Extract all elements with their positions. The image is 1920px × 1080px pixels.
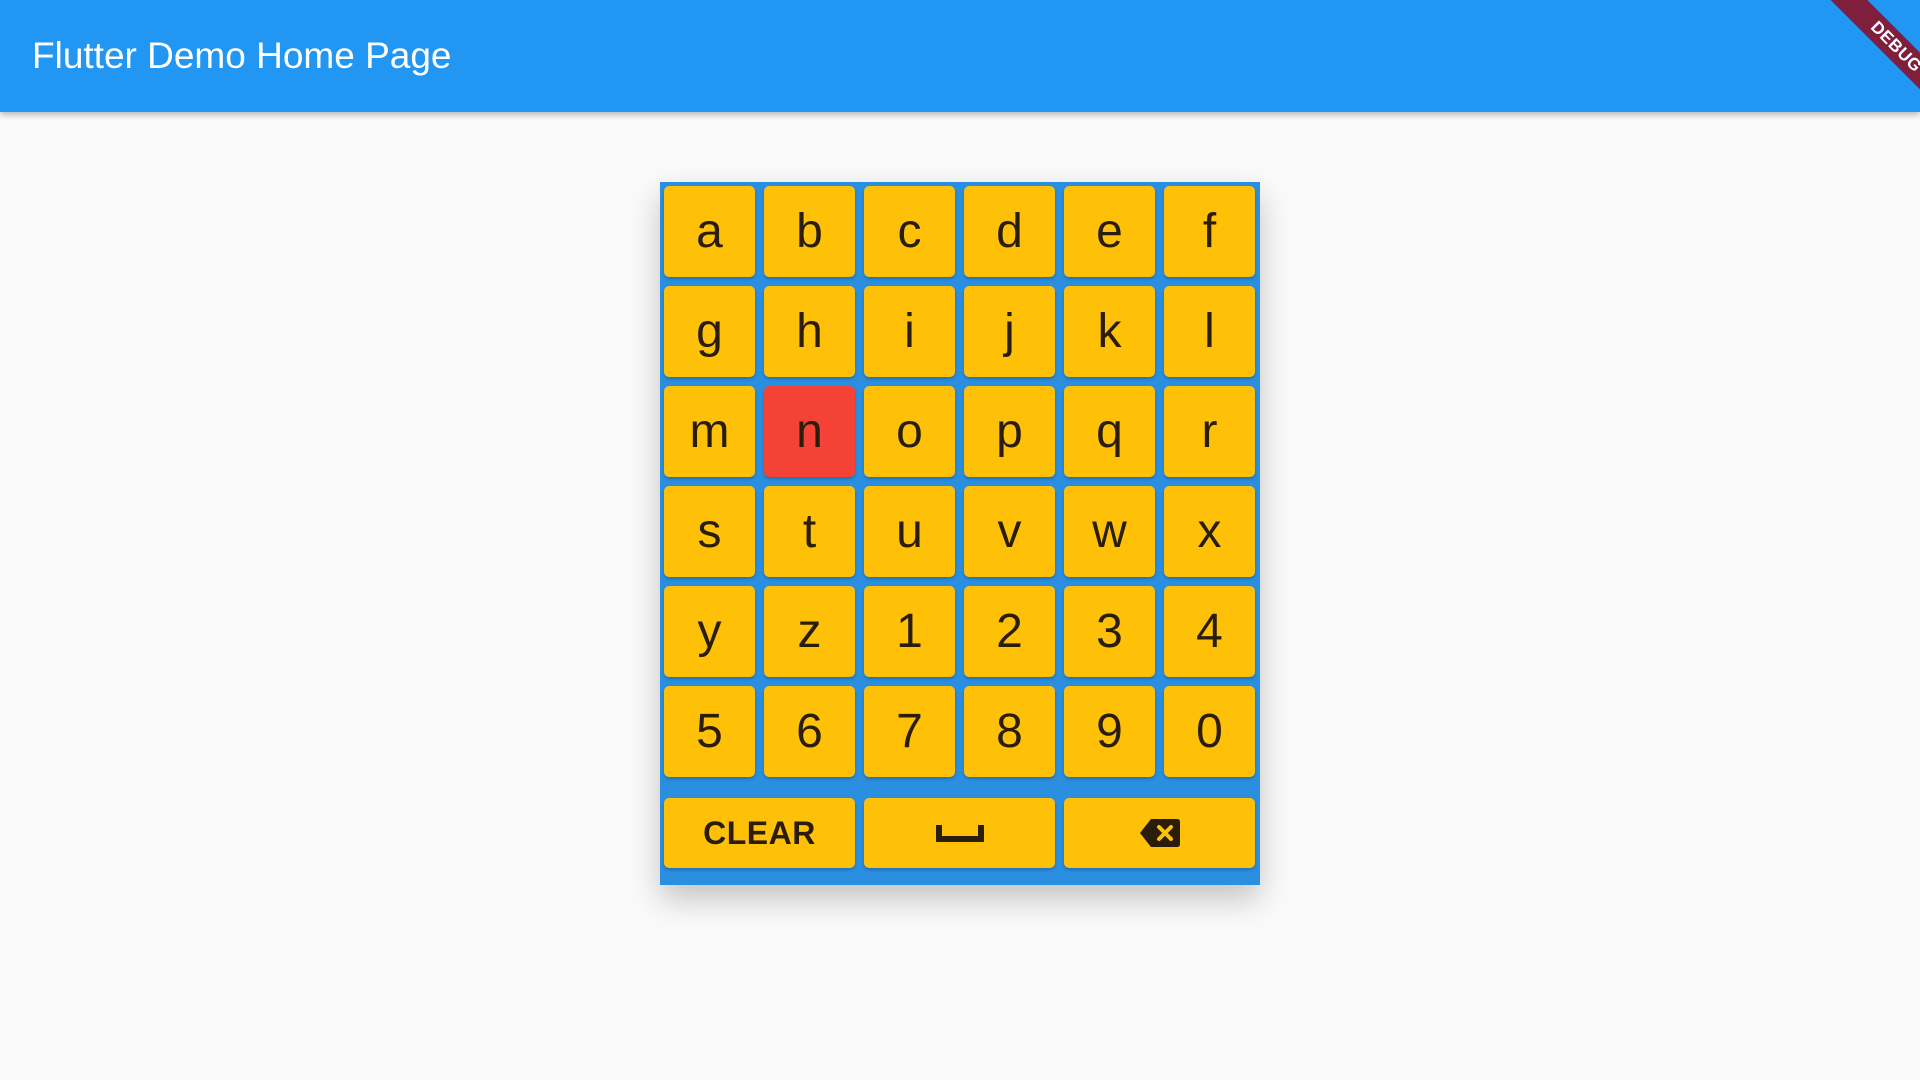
key-label: 2: [996, 605, 1023, 658]
key-label: n: [796, 405, 823, 458]
key-v[interactable]: v: [964, 486, 1055, 577]
key-c[interactable]: c: [864, 186, 955, 277]
key-label: g: [696, 305, 723, 358]
key-label: a: [696, 205, 723, 258]
key-w[interactable]: w: [1064, 486, 1155, 577]
key-m[interactable]: m: [664, 386, 755, 477]
key-j[interactable]: j: [964, 286, 1055, 377]
key-f[interactable]: f: [1164, 186, 1255, 277]
key-label: d: [996, 205, 1023, 258]
key-6[interactable]: 6: [764, 686, 855, 777]
key-i[interactable]: i: [864, 286, 955, 377]
key-e[interactable]: e: [1064, 186, 1155, 277]
key-label: k: [1097, 305, 1122, 358]
key-label: f: [1202, 205, 1217, 258]
action-row: CLEAR: [664, 798, 1256, 868]
key-label: j: [1004, 305, 1015, 358]
key-label: o: [896, 405, 923, 458]
key-l[interactable]: l: [1164, 286, 1255, 377]
clear-button[interactable]: CLEAR: [664, 798, 855, 868]
key-label: s: [697, 505, 722, 558]
key-b[interactable]: b: [764, 186, 855, 277]
key-label: 5: [696, 705, 723, 758]
key-label: t: [802, 505, 817, 558]
key-8[interactable]: 8: [964, 686, 1055, 777]
page-title: Flutter Demo Home Page: [32, 35, 452, 76]
key-label: 0: [1196, 705, 1223, 758]
key-label: 7: [896, 705, 923, 758]
key-p[interactable]: p: [964, 386, 1055, 477]
key-label: u: [896, 505, 923, 558]
key-2[interactable]: 2: [964, 586, 1055, 677]
key-label: 6: [796, 705, 823, 758]
key-k[interactable]: k: [1064, 286, 1155, 377]
key-4[interactable]: 4: [1164, 586, 1255, 677]
key-y[interactable]: y: [664, 586, 755, 677]
key-5[interactable]: 5: [664, 686, 755, 777]
key-label: b: [796, 205, 823, 258]
key-z[interactable]: z: [764, 586, 855, 677]
key-o[interactable]: o: [864, 386, 955, 477]
key-t[interactable]: t: [764, 486, 855, 577]
key-0[interactable]: 0: [1164, 686, 1255, 777]
key-r[interactable]: r: [1164, 386, 1255, 477]
key-q[interactable]: q: [1064, 386, 1155, 477]
key-3[interactable]: 3: [1064, 586, 1155, 677]
key-label: p: [996, 405, 1023, 458]
key-label: q: [1096, 405, 1123, 458]
key-label: m: [689, 405, 730, 458]
keyboard: a b c d e f g h i j k l m n o p q r s t u v w x y z 1 2 3 4 5 6 7 8 9 0 CLE…: [660, 182, 1260, 885]
space-bar-icon: [935, 822, 984, 844]
backspace-button[interactable]: [1064, 798, 1255, 868]
space-button[interactable]: [864, 798, 1055, 868]
key-label: 1: [896, 605, 923, 658]
key-label: z: [797, 605, 822, 658]
key-s[interactable]: s: [664, 486, 755, 577]
key-label: x: [1197, 505, 1222, 558]
key-label: h: [796, 305, 823, 358]
key-label: 3: [1096, 605, 1123, 658]
key-d[interactable]: d: [964, 186, 1055, 277]
key-h[interactable]: h: [764, 286, 855, 377]
clear-button-label: CLEAR: [703, 814, 816, 851]
key-a[interactable]: a: [664, 186, 755, 277]
key-label: w: [1092, 505, 1127, 558]
key-label: 8: [996, 705, 1023, 758]
key-label: i: [904, 305, 915, 358]
key-7[interactable]: 7: [864, 686, 955, 777]
key-label: v: [997, 505, 1022, 558]
key-label: r: [1201, 405, 1218, 458]
key-g[interactable]: g: [664, 286, 755, 377]
key-n[interactable]: n: [764, 386, 855, 477]
key-label: c: [897, 205, 922, 258]
backspace-icon: [1139, 817, 1181, 849]
key-label: 9: [1096, 705, 1123, 758]
app-bar: Flutter Demo Home Page: [0, 0, 1920, 112]
key-label: e: [1096, 205, 1123, 258]
key-9[interactable]: 9: [1064, 686, 1155, 777]
key-x[interactable]: x: [1164, 486, 1255, 577]
key-label: 4: [1196, 605, 1223, 658]
key-1[interactable]: 1: [864, 586, 955, 677]
key-grid: a b c d e f g h i j k l m n o p q r s t u v w x y z 1 2 3 4 5 6 7 8 9 0: [664, 186, 1256, 777]
key-u[interactable]: u: [864, 486, 955, 577]
key-label: l: [1204, 305, 1215, 358]
key-label: y: [697, 605, 722, 658]
